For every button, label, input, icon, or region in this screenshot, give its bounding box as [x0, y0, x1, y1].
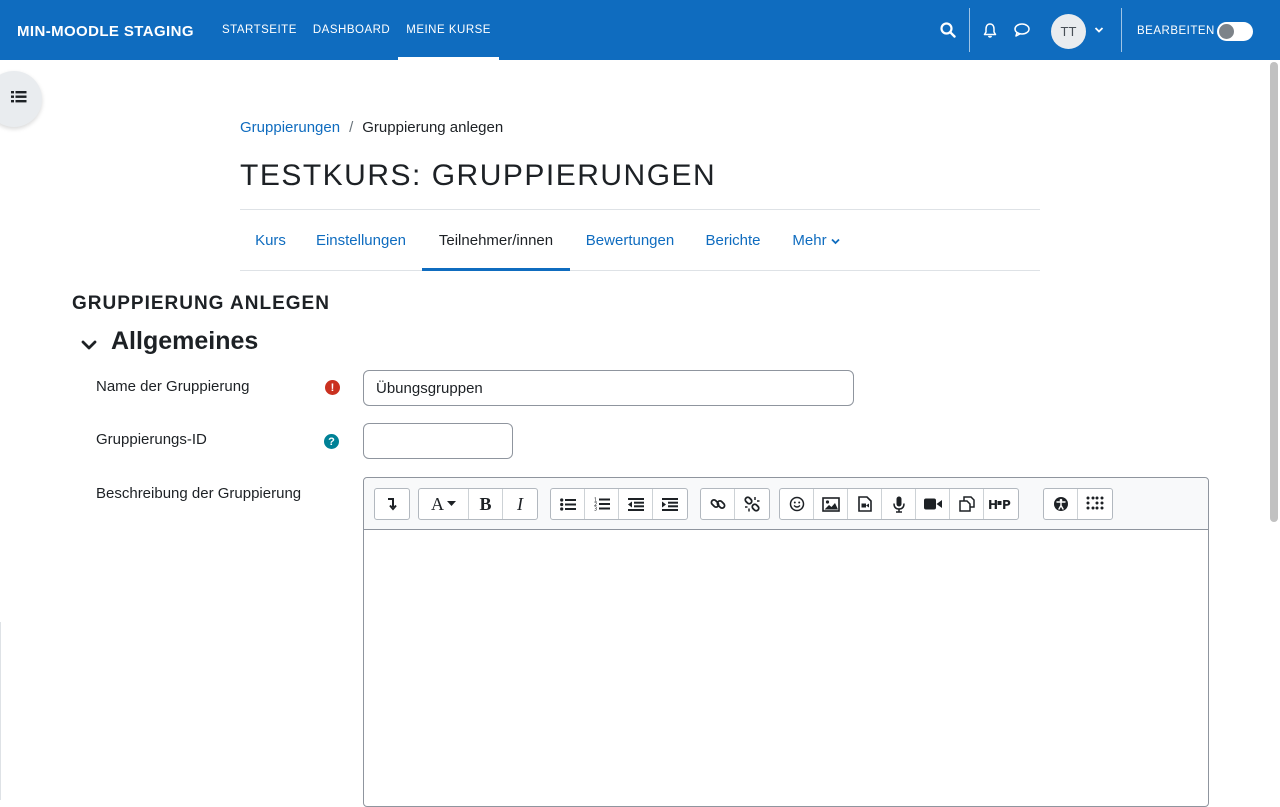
outdent-icon[interactable]	[619, 489, 653, 519]
label-description: Beschreibung der Gruppierung	[96, 485, 302, 502]
bell-icon[interactable]	[980, 20, 1000, 40]
nav-link-startseite[interactable]: STARTSEITE	[214, 0, 305, 60]
section-title-allgemeines[interactable]: Allgemeines	[111, 327, 258, 356]
toolbar-group-lists: 123	[550, 488, 688, 520]
image-icon[interactable]	[814, 489, 848, 519]
svg-text:H: H	[988, 498, 998, 510]
required-icon[interactable]: !	[325, 380, 340, 395]
toolbar-group-accessibility	[1043, 488, 1113, 520]
chevron-down-icon[interactable]	[1089, 20, 1109, 40]
accessibility-checker-icon[interactable]	[1044, 489, 1078, 519]
navbar-divider-2	[1121, 8, 1122, 52]
svg-text:3: 3	[594, 507, 597, 512]
breadcrumb-separator: /	[349, 119, 354, 136]
edit-mode-label: BEARBEITEN	[1137, 25, 1215, 37]
navbar-divider	[969, 8, 970, 52]
nav-link-dashboard[interactable]: DASHBOARD	[305, 0, 398, 60]
search-icon[interactable]	[938, 20, 958, 40]
secondary-navigation: Kurs Einstellungen Teilnehmer/innen Bewe…	[240, 209, 1040, 271]
editor-content-area[interactable]	[364, 530, 1208, 806]
toggle-knob	[1219, 24, 1234, 39]
record-audio-icon[interactable]	[882, 489, 916, 519]
toolbar-group-style: A B I	[418, 488, 538, 520]
tab-kurs[interactable]: Kurs	[240, 210, 301, 270]
breadcrumb-gruppierungen[interactable]: Gruppierungen	[240, 119, 340, 136]
media-icon[interactable]	[848, 489, 882, 519]
site-brand[interactable]: MIN-MOODLE STAGING	[17, 23, 194, 40]
id-input[interactable]	[363, 423, 513, 459]
italic-icon[interactable]: I	[503, 489, 537, 519]
emoji-icon[interactable]	[780, 489, 814, 519]
bold-icon[interactable]: B	[469, 489, 503, 519]
svg-text:P: P	[1002, 498, 1011, 510]
breadcrumb-current: Gruppierung anlegen	[362, 119, 504, 136]
tab-teilnehmer[interactable]: Teilnehmer/innen	[422, 210, 570, 271]
tab-mehr-label: Mehr	[792, 231, 827, 249]
breadcrumb: Gruppierungen / Gruppierung anlegen	[240, 119, 503, 136]
manage-files-icon[interactable]	[950, 489, 984, 519]
left-divider	[0, 622, 1, 800]
edit-mode-toggle[interactable]	[1217, 22, 1253, 41]
record-video-icon[interactable]	[916, 489, 950, 519]
link-icon[interactable]	[701, 489, 735, 519]
unlink-icon[interactable]	[735, 489, 769, 519]
name-input[interactable]: Übungsgruppen	[363, 370, 854, 406]
label-id: Gruppierungs-ID	[96, 431, 207, 448]
nav-link-meine-kurse[interactable]: MEINE KURSE	[398, 0, 499, 60]
label-name: Name der Gruppierung	[96, 378, 250, 395]
toolbar-group-links	[700, 488, 770, 520]
page-heading: GRUPPIERUNG ANLEGEN	[72, 293, 330, 314]
tab-berichte[interactable]: Berichte	[690, 210, 776, 270]
toolbar-group-media: HP	[779, 488, 1019, 520]
course-title: TESTKURS: GRUPPIERUNGEN	[240, 159, 717, 192]
unordered-list-icon[interactable]	[551, 489, 585, 519]
tab-einstellungen[interactable]: Einstellungen	[301, 210, 421, 270]
help-icon[interactable]: ?	[324, 434, 339, 449]
collapse-icon[interactable]	[375, 489, 409, 519]
tab-bewertungen[interactable]: Bewertungen	[570, 210, 690, 270]
chat-icon[interactable]	[1012, 20, 1032, 40]
screenreader-helper-icon[interactable]	[1078, 489, 1112, 519]
user-avatar[interactable]: TT	[1051, 14, 1086, 49]
tab-mehr[interactable]: Mehr	[777, 210, 855, 270]
course-index-toggle[interactable]	[0, 71, 42, 127]
ordered-list-icon[interactable]: 123	[585, 489, 619, 519]
font-style-icon[interactable]: A	[419, 489, 469, 519]
page-scrollbar[interactable]	[1270, 62, 1278, 522]
chevron-down-icon	[830, 232, 840, 249]
list-icon	[11, 90, 27, 109]
primary-navigation: STARTSEITE DASHBOARD MEINE KURSE	[214, 0, 499, 60]
top-navbar: MIN-MOODLE STAGING STARTSEITE DASHBOARD …	[0, 0, 1280, 60]
editor-toolbar: A B I 123 H P	[364, 478, 1208, 530]
indent-icon[interactable]	[653, 489, 687, 519]
toolbar-group-collapse	[374, 488, 410, 520]
h5p-icon[interactable]: HP	[984, 489, 1018, 519]
section-collapse-icon[interactable]	[80, 336, 98, 354]
description-editor: A B I 123 H P	[363, 477, 1209, 807]
